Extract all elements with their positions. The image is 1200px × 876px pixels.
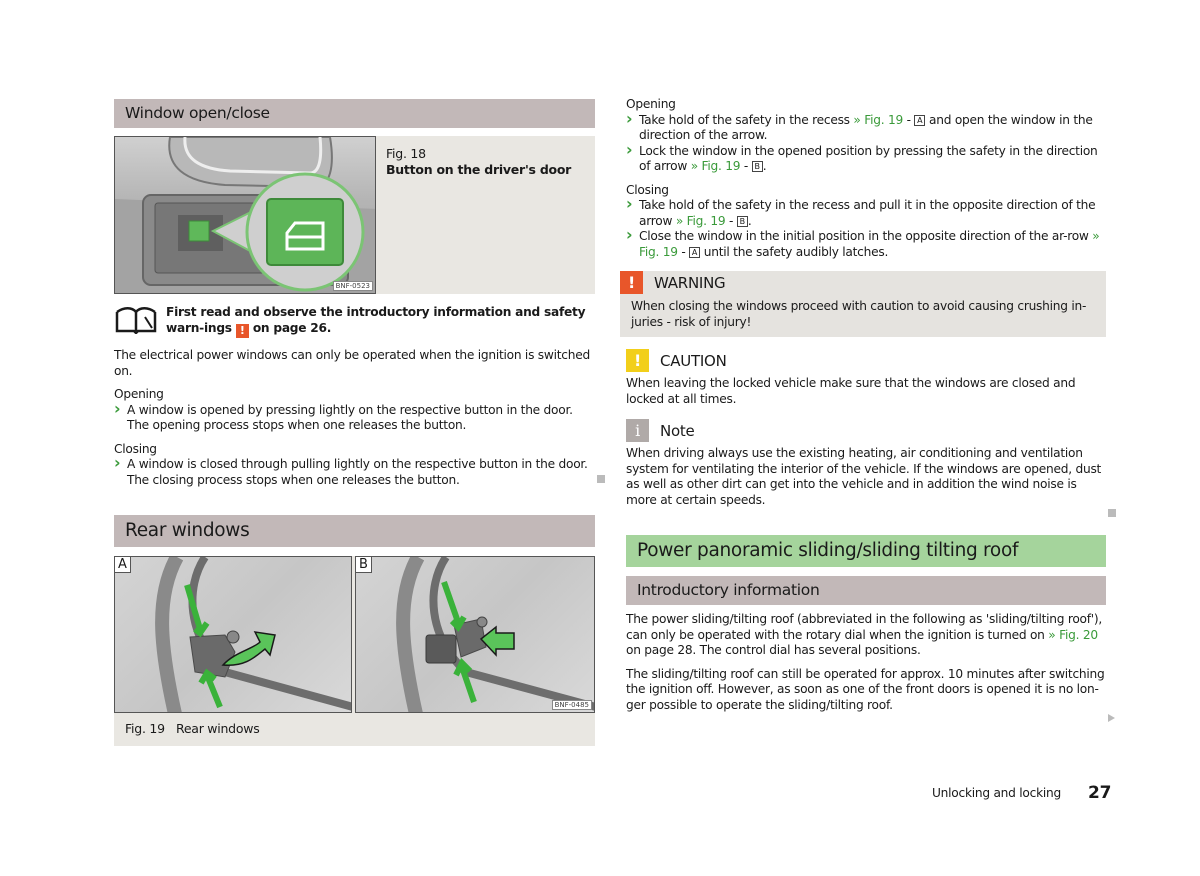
panel-ref-a: A (689, 246, 701, 258)
separator: - (906, 112, 911, 127)
intro-paragraph: The electrical power windows can only be… (114, 348, 590, 378)
paragraph-text: The power sliding/tilting roof (abbrevia… (626, 612, 1103, 642)
figure-link[interactable]: » Fig. 19 (691, 159, 741, 173)
caution-box: ! CAUTION When leaving the locked vehicl… (626, 349, 1106, 407)
left-column: Window open/close BNF-0523 Fig. 18 Butto… (114, 99, 595, 746)
bullet-text: . (747, 213, 752, 228)
warning-text: When closing the windows proceed with ca… (631, 299, 1087, 329)
figure-link[interactable]: » Fig. 20 (1048, 628, 1098, 642)
book-icon (115, 307, 157, 334)
rear-opening-bullet-2: Lock the window in the opened position b… (626, 142, 1106, 175)
page-number: 27 (1088, 783, 1112, 803)
warning-header: ! WARNING (620, 271, 1106, 294)
panel-ref-b: B (751, 161, 763, 172)
read-first-page-ref: on page 26. (252, 321, 332, 335)
read-first-text: First read and observe the introductory … (166, 305, 586, 335)
figure-19-caption: Fig. 19 Rear windows (125, 721, 260, 736)
warning-small-icon: ! (235, 324, 249, 338)
read-first-notice: First read and observe the introductory … (114, 304, 595, 338)
rear-closing-bullet-1: Take hold of the safety in the recess an… (626, 196, 1106, 229)
caution-text: When leaving the locked vehicle make sur… (626, 376, 1076, 406)
figure-19-title: Rear windows (175, 721, 260, 736)
continue-arrow-icon (1108, 714, 1115, 722)
note-text: When driving always use the existing hea… (626, 446, 1102, 507)
roof-paragraph-2: The sliding/tilting roof can still be op… (626, 666, 1105, 712)
info-icon: i (626, 419, 649, 442)
section-title-sliding-roof: Power panoramic sliding/sliding tilting … (626, 535, 1106, 567)
note-title: Note (660, 421, 695, 440)
figure-18-caption: Fig. 18 Button on the driver's door (386, 146, 571, 178)
figure-19-panel-b: B BNF-0485 (355, 556, 595, 713)
separator: - (743, 159, 749, 173)
rear-closing-bullet-2: Close the window in the initial position… (626, 227, 1106, 260)
warning-title: WARNING (654, 273, 726, 292)
figure-19-code: BNF-0485 (551, 700, 592, 710)
panel-ref-b: B (736, 215, 748, 227)
figure-link[interactable]: » Fig. 19 (853, 113, 903, 127)
bullet-text: until the safety audibly latches. (703, 244, 889, 259)
closing-heading: Closing (114, 441, 157, 456)
right-column: Opening Take hold of the safety in the r… (620, 97, 1106, 713)
section-subtitle-introductory: Introductory information (626, 576, 1106, 605)
rear-closing-heading: Closing (626, 182, 669, 197)
rear-window-open-illustration (155, 557, 351, 712)
section-end-marker (1108, 509, 1116, 517)
caution-title: CAUTION (660, 351, 727, 370)
closing-bullet: A window is closed through pulling light… (114, 455, 595, 488)
opening-bullet: A window is opened by pressing lightly o… (114, 401, 595, 434)
warning-icon: ! (620, 271, 643, 294)
figure-19-panel-a: A (114, 556, 352, 713)
section-title-rear-windows: Rear windows (114, 515, 595, 547)
bullet-text: Close the window in the initial position… (639, 229, 1089, 243)
bullet-text: . (762, 159, 767, 173)
figure-19-number: Fig. 19 (125, 721, 165, 736)
bullet-text: Take hold of the safety in the recess (639, 112, 850, 127)
separator: - (729, 213, 734, 228)
panel-ref-a: A (914, 114, 926, 126)
figure-18-image: BNF-0523 (114, 136, 376, 294)
separator: - (681, 244, 686, 259)
opening-heading: Opening (114, 387, 164, 401)
rear-opening-heading: Opening (626, 97, 676, 111)
warning-box: ! WARNING When closing the windows proce… (620, 271, 1106, 337)
roof-paragraph-1: The power sliding/tilting roof (abbrevia… (626, 612, 1106, 659)
paragraph-text: on page 28. The control dial has several… (626, 643, 921, 657)
caution-header: ! CAUTION (626, 349, 1106, 372)
figure-link[interactable]: » Fig. 19 (676, 214, 726, 228)
rear-window-lock-illustration (396, 557, 594, 712)
door-button-illustration (115, 137, 375, 293)
figure-19: A B BNF-0485 Fig. 19 Rear windows (114, 556, 595, 746)
figure-18-number: Fig. 18 (386, 146, 426, 161)
rear-opening-bullet-1: Take hold of the safety in the recess » … (626, 111, 1106, 144)
panel-label-b: B (356, 557, 372, 573)
panel-label-a: A (115, 557, 131, 573)
note-header: i Note (626, 419, 1106, 442)
footer-chapter: Unlocking and locking (932, 786, 1061, 800)
section-title-window-open-close: Window open/close (114, 99, 595, 128)
section-end-marker (597, 475, 605, 483)
caution-icon: ! (626, 349, 649, 372)
figure-18-title: Button on the driver's door (386, 162, 572, 177)
figure-18-code: BNF-0523 (332, 281, 373, 291)
note-box: i Note When driving always use the exist… (626, 419, 1106, 508)
figure-18: BNF-0523 Fig. 18 Button on the driver's … (114, 136, 595, 294)
